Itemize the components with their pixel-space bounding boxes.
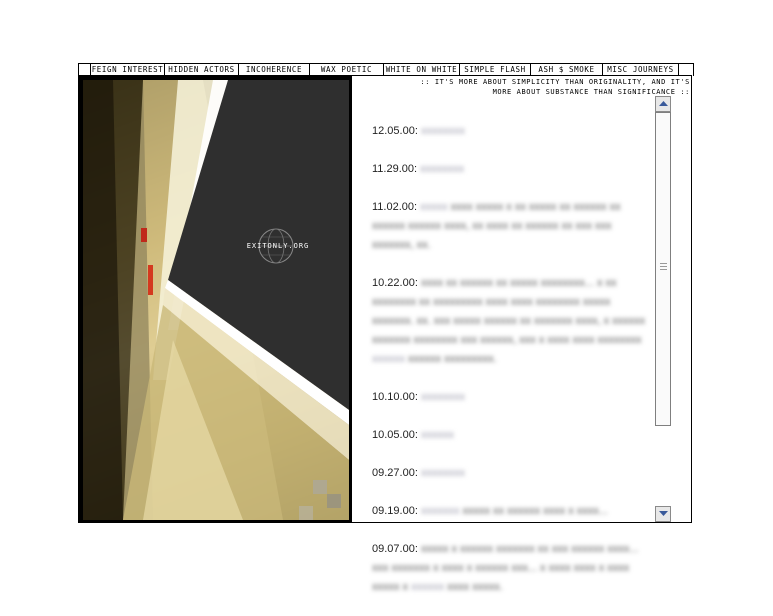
tagline: :: IT'S MORE ABOUT SIMPLICITY THAN ORIGI… (355, 77, 690, 97)
arrow-down-icon (659, 511, 668, 516)
entry-date: 09.27.00: (372, 467, 418, 479)
entry-date: 10.05.00: (372, 429, 418, 441)
scroll-up-button[interactable] (655, 96, 671, 112)
entry-date: 09.19.00: (372, 505, 418, 517)
grip-icon (660, 263, 667, 272)
journal-entry: 09.19.00: xxxxxxx xxxxx xx xxxxxx xxxx x… (372, 502, 652, 521)
hero-photo: EXITONLY.ORG (79, 76, 352, 523)
entry-text-blurred: xxxxxxx xxxxx xx xxxxxx xxxx x xxxx... (420, 505, 608, 517)
entry-text-blurred: xxxxxxxx (420, 163, 465, 175)
site-logo-text[interactable]: EXITONLY.ORG (233, 242, 323, 250)
journal-content: 12.05.00: xxxxxxxx 11.29.00: xxxxxxxx 11… (372, 122, 652, 616)
entry-date: 10.22.00: (372, 277, 418, 289)
corridor-artwork (83, 80, 349, 520)
entry-text-blurred: xxxxxxxx (420, 391, 465, 403)
journal-entry: 10.22.00: xxxx xx xxxxxx xx xxxxx xxxxxx… (372, 274, 652, 369)
journal-entry: 11.29.00: xxxxxxxx (372, 160, 652, 179)
scroll-down-button[interactable] (655, 506, 671, 522)
entry-date: 11.29.00: (372, 163, 418, 175)
entry-date: 09.07.00: (372, 543, 418, 555)
entry-text-blurred: xxxxxxxx (420, 467, 465, 479)
entry-date: 10.10.00: (372, 391, 418, 403)
entry-text-blurred: xxxxxxxx (420, 125, 465, 137)
arrow-up-icon (659, 101, 668, 106)
journal-entry: 09.07.00: xxxxx x xxxxxx xxxxxxx xx xxx … (372, 540, 652, 597)
corridor-image: EXITONLY.ORG (83, 80, 349, 520)
entry-date: 11.02.00: (372, 201, 418, 213)
journal-entry: 12.05.00: xxxxxxxx (372, 122, 652, 141)
journal-entry: 09.27.00: xxxxxxxx (372, 464, 652, 483)
journal-entry: 10.10.00: xxxxxxxx (372, 388, 652, 407)
content-scrollbar[interactable] (655, 96, 671, 522)
entry-text-blurred: xxxx xx xxxxxx xx xxxxx xxxxxxxx... x xx… (372, 277, 646, 365)
tagline-line-1: :: IT'S MORE ABOUT SIMPLICITY THAN ORIGI… (420, 78, 690, 86)
scroll-thumb[interactable] (655, 112, 671, 426)
entry-text-blurred: xxxxxx (420, 429, 454, 441)
entry-date: 12.05.00: (372, 125, 418, 137)
journal-entry: 11.02.00: xxxxx xxxx xxxxx x xx xxxxx xx… (372, 198, 652, 255)
tagline-line-2: MORE ABOUT SUBSTANCE THAN SIGNIFICANCE :… (492, 88, 690, 96)
journal-entry: 10.05.00: xxxxxx (372, 426, 652, 445)
